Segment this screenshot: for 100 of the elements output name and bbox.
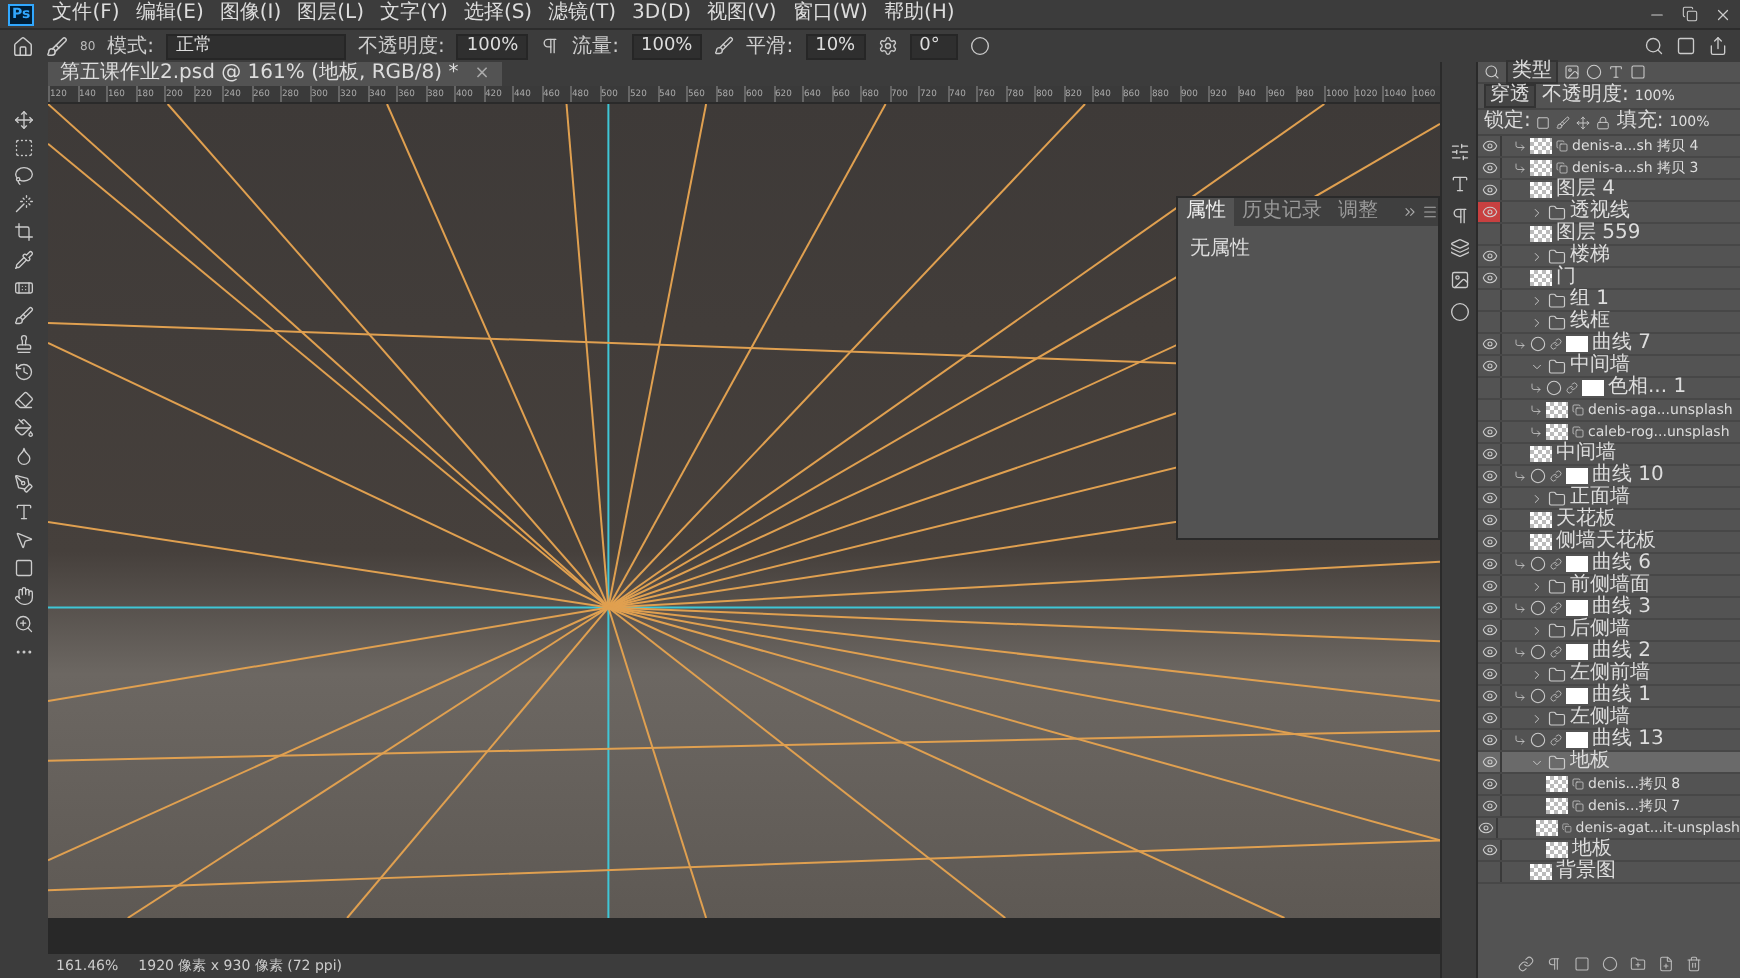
filter-dropdown[interactable]: 类型	[1506, 60, 1558, 84]
menu-item[interactable]: 滤镜(T)	[542, 0, 623, 28]
visibility-toggle[interactable]	[1478, 840, 1502, 860]
search-icon[interactable]	[1484, 64, 1500, 80]
restore-icon[interactable]	[1682, 5, 1698, 21]
layer-row[interactable]: 背景图	[1478, 862, 1740, 884]
lock-icon[interactable]	[1596, 115, 1611, 129]
folder-icon[interactable]	[1548, 621, 1566, 639]
layer-row[interactable]: 曲线 1	[1478, 686, 1740, 708]
opacity-field[interactable]: 100%	[456, 33, 529, 59]
visibility-toggle[interactable]	[1478, 730, 1502, 750]
clip-arrow-icon[interactable]	[1530, 382, 1542, 394]
settings-icon[interactable]	[877, 36, 898, 56]
layer-row[interactable]: 地板	[1478, 752, 1740, 774]
eye-icon[interactable]	[1481, 754, 1497, 770]
airbrush-icon[interactable]	[714, 36, 735, 56]
share-icon[interactable]	[1708, 36, 1728, 56]
layers-icon[interactable]	[1449, 238, 1469, 258]
new-group-icon[interactable]	[1629, 956, 1645, 972]
link-icon[interactable]	[1550, 602, 1562, 614]
eye-icon[interactable]	[1481, 688, 1497, 704]
bandage-tool-icon[interactable]	[14, 278, 34, 298]
eye-icon[interactable]	[1481, 446, 1497, 462]
panel-tab[interactable]: 属性	[1178, 198, 1234, 226]
layer-row[interactable]: 色相... 1	[1478, 378, 1740, 400]
link-icon[interactable]	[1517, 956, 1533, 972]
clip-arrow-icon[interactable]	[1514, 162, 1526, 174]
blur-tool-icon[interactable]	[14, 446, 34, 466]
menu-item[interactable]: 选择(S)	[457, 0, 539, 28]
eye-icon[interactable]	[1481, 468, 1497, 484]
eye-icon[interactable]	[1481, 842, 1497, 858]
visibility-toggle[interactable]	[1478, 598, 1502, 618]
link-icon[interactable]	[1566, 382, 1578, 394]
folder-icon[interactable]	[1548, 665, 1566, 683]
folder-icon[interactable]	[1548, 357, 1566, 375]
layer-row[interactable]: 后侧墙	[1478, 620, 1740, 642]
blend-mode-dropdown[interactable]: 穿透	[1484, 84, 1536, 108]
visibility-toggle[interactable]	[1478, 356, 1502, 376]
smart-object-icon[interactable]	[1556, 140, 1568, 152]
eye-icon[interactable]	[1481, 248, 1497, 264]
caret-icon[interactable]	[1530, 711, 1544, 725]
type-tool-icon[interactable]	[14, 502, 34, 522]
link-icon[interactable]	[1550, 338, 1562, 350]
filter-type-icon[interactable]	[1608, 64, 1624, 80]
layer-row[interactable]: 线框	[1478, 312, 1740, 334]
clip-arrow-icon[interactable]	[1530, 426, 1542, 438]
caret-icon[interactable]	[1530, 667, 1544, 681]
move-tool-icon[interactable]	[14, 110, 34, 130]
stamp-tool-icon[interactable]	[14, 334, 34, 354]
lock-paint-icon[interactable]	[1556, 115, 1571, 129]
link-icon[interactable]	[1550, 734, 1562, 746]
visibility-toggle[interactable]	[1478, 554, 1502, 574]
folder-icon[interactable]	[1548, 577, 1566, 595]
menu-item[interactable]: 文件(F)	[46, 0, 126, 28]
search-icon[interactable]	[1644, 36, 1664, 56]
marquee-tool-icon[interactable]	[14, 138, 34, 158]
eye-icon[interactable]	[1481, 160, 1497, 176]
visibility-toggle[interactable]	[1478, 708, 1502, 728]
link-icon[interactable]	[1550, 646, 1562, 658]
visibility-toggle[interactable]	[1478, 510, 1502, 530]
layer-row[interactable]: 图层 4	[1478, 180, 1740, 202]
layer-row[interactable]: 曲线 2	[1478, 642, 1740, 664]
folder-icon[interactable]	[1548, 489, 1566, 507]
layer-row[interactable]: 曲线 6	[1478, 554, 1740, 576]
clip-arrow-icon[interactable]	[1530, 404, 1542, 416]
layer-row[interactable]: 正面墙	[1478, 488, 1740, 510]
smart-object-icon[interactable]	[1561, 822, 1572, 834]
caret-icon[interactable]	[1530, 623, 1544, 637]
caret-icon[interactable]	[1530, 359, 1544, 373]
link-icon[interactable]	[1550, 558, 1562, 570]
visibility-toggle[interactable]	[1478, 752, 1502, 772]
menu-item[interactable]: 图像(I)	[213, 0, 288, 28]
color-label[interactable]	[1478, 202, 1502, 222]
rectangle-tool-icon[interactable]	[14, 558, 34, 578]
folder-icon[interactable]	[1548, 247, 1566, 265]
clip-arrow-icon[interactable]	[1514, 602, 1526, 614]
visibility-toggle[interactable]	[1478, 158, 1502, 178]
layer-row[interactable]: 中间墙	[1478, 444, 1740, 466]
eye-icon[interactable]	[1481, 556, 1497, 572]
eye-icon[interactable]	[1481, 600, 1497, 616]
caret-icon[interactable]	[1530, 205, 1544, 219]
visibility-toggle[interactable]	[1478, 620, 1502, 640]
link-icon[interactable]	[1550, 690, 1562, 702]
menu-item[interactable]: 帮助(H)	[877, 0, 961, 28]
visibility-toggle[interactable]	[1478, 268, 1502, 288]
menu-item[interactable]: 文字(Y)	[374, 0, 454, 28]
layer-row[interactable]: 曲线 10	[1478, 466, 1740, 488]
layer-row[interactable]: 左侧前墙	[1478, 664, 1740, 686]
smart-object-icon[interactable]	[1572, 404, 1584, 416]
eye-icon[interactable]	[1481, 710, 1497, 726]
layer-row[interactable]: 天花板	[1478, 510, 1740, 532]
caret-icon[interactable]	[1530, 315, 1544, 329]
eye-icon[interactable]	[1481, 490, 1497, 506]
layer-row[interactable]: 曲线 3	[1478, 598, 1740, 620]
tab-close[interactable]: ×	[474, 62, 490, 86]
eye-icon[interactable]	[1481, 578, 1497, 594]
clip-arrow-icon[interactable]	[1514, 690, 1526, 702]
angle-field[interactable]: 0°	[909, 33, 958, 59]
eye-icon[interactable]	[1481, 138, 1497, 154]
eye-icon[interactable]	[1481, 424, 1497, 440]
